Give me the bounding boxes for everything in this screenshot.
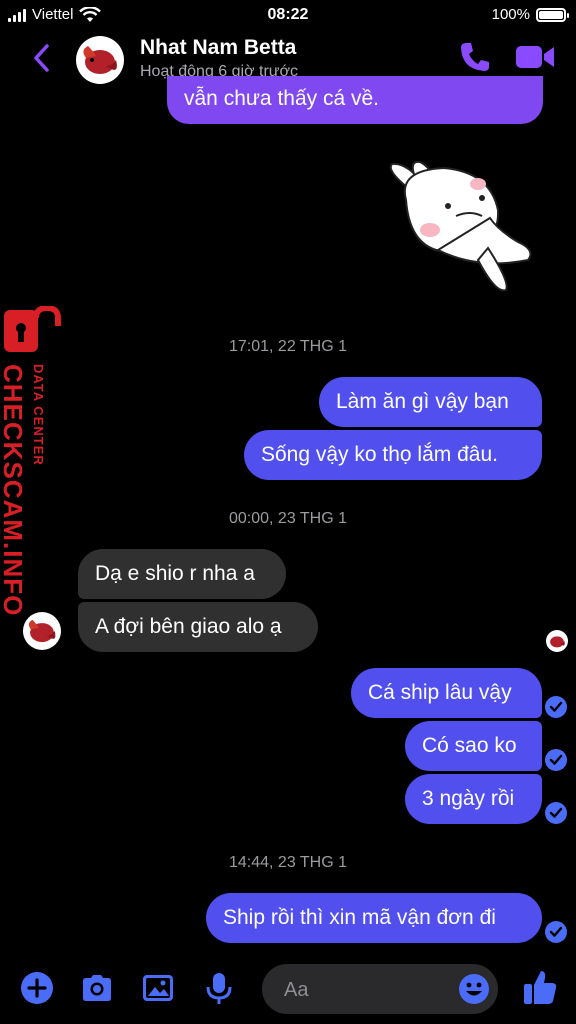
message-text: Cá ship lâu vậy [368,681,512,704]
gallery-icon[interactable] [140,970,176,1006]
message-outgoing[interactable]: Sống vậy ko thọ lắm đâu. [244,430,542,480]
sender-avatar[interactable] [23,612,61,650]
timestamp: 14:44, 23 THG 1 [229,854,347,871]
message-text: A đợi bên giao alo ạ [95,615,282,638]
battery-percent: 100% [491,6,530,23]
camera-icon[interactable] [79,970,115,1006]
contact-avatar[interactable] [76,36,124,84]
timestamp: 17:01, 22 THG 1 [229,338,347,355]
check-icon [545,749,567,771]
betta-fish-icon [28,619,56,643]
message-text: Sống vậy ko thọ lắm đâu. [261,443,498,466]
message-outgoing[interactable]: vẫn chưa thấy cá về. [167,76,543,124]
battery-group: 100% [491,6,569,23]
message-text: Làm ăn gì vậy bạn [336,390,509,413]
message-outgoing[interactable]: Ship rồi thì xin mã vận đơn đi [206,893,542,943]
bunny-sticker[interactable] [378,160,538,300]
message-input[interactable] [282,976,446,1004]
status-bar: Viettel 08:22 100% [0,0,576,30]
battery-icon [536,7,569,22]
message-input-box[interactable] [262,964,498,1014]
message-text: Có sao ko [422,734,517,757]
message-text: Dạ e shio r nha a [95,562,255,585]
message-text: vẫn chưa thấy cá về. [184,87,379,110]
emoji-icon[interactable] [458,973,490,1005]
thumbs-up-icon[interactable] [522,968,558,1006]
back-chevron-icon[interactable] [28,40,56,76]
message-outgoing[interactable]: Làm ăn gì vậy bạn [319,377,542,427]
check-icon [545,696,567,718]
phone-icon[interactable] [458,40,492,74]
mic-icon[interactable] [201,970,237,1006]
read-receipt-avatar [546,630,568,652]
check-icon [545,921,567,943]
betta-fish-icon [83,46,117,74]
betta-fish-icon [550,636,565,648]
message-text: 3 ngày rồi [422,787,515,810]
clock: 08:22 [267,6,309,23]
contact-name[interactable]: Nhat Nam Betta [140,36,296,60]
message-outgoing[interactable]: Cá ship lâu vậy [351,668,542,718]
message-outgoing[interactable]: Có sao ko [405,721,542,771]
plus-icon[interactable] [19,970,55,1006]
video-icon[interactable] [514,42,556,72]
message-text: Ship rồi thì xin mã vận đơn đi [223,906,496,929]
watermark-data-center: DATA CENTER [31,364,46,466]
watermark-checkscam: CHECKSCAM.INFO [0,364,28,617]
message-incoming[interactable]: A đợi bên giao alo ạ [78,602,318,652]
composer-bar [0,958,576,1024]
message-incoming[interactable]: Dạ e shio r nha a [78,549,286,599]
check-icon [545,802,567,824]
timestamp: 00:00, 23 THG 1 [229,510,347,527]
message-outgoing[interactable]: 3 ngày rồi [405,774,542,824]
